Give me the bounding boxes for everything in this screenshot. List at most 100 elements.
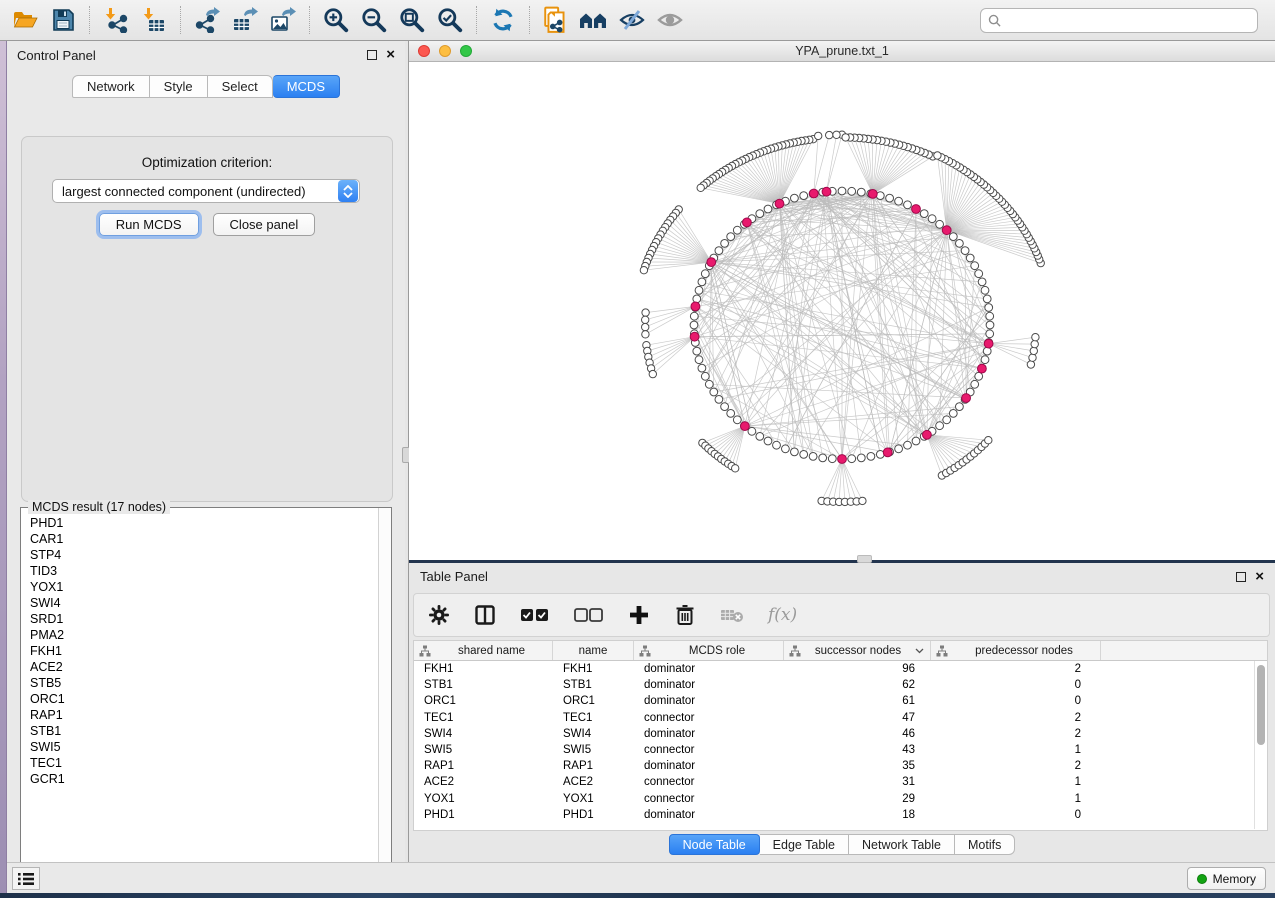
- table-row[interactable]: STB1STB1dominator620: [414, 677, 1267, 693]
- close-table-panel-icon[interactable]: ×: [1255, 572, 1264, 582]
- show-selection-button[interactable]: [651, 3, 689, 37]
- zoom-selected-button[interactable]: [431, 3, 469, 37]
- tab-node-table[interactable]: Node Table: [669, 834, 760, 855]
- mcds-result-item[interactable]: STB1: [30, 723, 377, 739]
- column-header-shared-name[interactable]: shared name: [414, 641, 553, 660]
- mcds-result-item[interactable]: ACE2: [30, 659, 377, 675]
- table-row[interactable]: ORC1ORC1dominator610: [414, 693, 1267, 709]
- mcds-result-item[interactable]: PHD1: [30, 515, 377, 531]
- close-panel-button[interactable]: Close panel: [213, 213, 316, 236]
- tab-network-table[interactable]: Network Table: [849, 834, 955, 855]
- mcds-result-item[interactable]: SRD1: [30, 611, 377, 627]
- column-header-predecessor-nodes[interactable]: predecessor nodes: [931, 641, 1101, 660]
- table-scrollbar-thumb[interactable]: [1257, 665, 1265, 745]
- mcds-result-item[interactable]: SWI4: [30, 595, 377, 611]
- eye-icon: [656, 7, 684, 33]
- mcds-result-item[interactable]: RAP1: [30, 707, 377, 723]
- mcds-result-item[interactable]: CAR1: [30, 531, 377, 547]
- toolbar-separator: [89, 6, 90, 34]
- mcds-result-item[interactable]: STP4: [30, 547, 377, 563]
- mcds-result-item[interactable]: SWI5: [30, 739, 377, 755]
- column-header-successor-nodes[interactable]: successor nodes: [784, 641, 931, 660]
- float-panel-icon[interactable]: [367, 50, 377, 60]
- network-canvas[interactable]: [409, 62, 1275, 560]
- tab-motifs[interactable]: Motifs: [955, 834, 1015, 855]
- close-panel-icon[interactable]: ×: [386, 50, 395, 60]
- criterion-dropdown[interactable]: largest connected component (undirected): [52, 179, 360, 203]
- table-row[interactable]: TEC1TEC1connector472: [414, 710, 1267, 726]
- select-all-button[interactable]: [520, 607, 550, 623]
- eye-slash-icon: [618, 7, 646, 33]
- search-field[interactable]: [980, 8, 1258, 33]
- mcds-result-item[interactable]: TEC1: [30, 755, 377, 771]
- export-image-button[interactable]: [264, 3, 302, 37]
- mcds-result-item[interactable]: YOX1: [30, 579, 377, 595]
- mcds-result-item[interactable]: TID3: [30, 563, 377, 579]
- mcds-result-item[interactable]: GCR1: [30, 771, 377, 787]
- deselect-all-button[interactable]: [574, 607, 604, 623]
- zoom-out-button[interactable]: [355, 3, 393, 37]
- column-header-mcds-role[interactable]: MCDS role: [634, 641, 784, 660]
- network-graph[interactable]: [409, 62, 1275, 560]
- delete-table-button-disabled: [720, 606, 744, 624]
- tab-edge-table[interactable]: Edge Table: [760, 834, 849, 855]
- import-network-button[interactable]: [97, 3, 135, 37]
- add-button[interactable]: [628, 604, 650, 626]
- table-cell: 0: [931, 809, 1101, 821]
- search-input[interactable]: [1006, 14, 1250, 28]
- delete-button[interactable]: [674, 604, 696, 626]
- table-cell: connector: [634, 776, 784, 788]
- table-scrollbar[interactable]: [1254, 661, 1266, 829]
- memory-button[interactable]: Memory: [1187, 867, 1266, 890]
- table-cell: ORC1: [414, 695, 553, 707]
- show-columns-button[interactable]: [474, 604, 496, 626]
- export-table-button[interactable]: [226, 3, 264, 37]
- export-network-button[interactable]: [188, 3, 226, 37]
- show-networks-button[interactable]: [575, 3, 613, 37]
- float-table-panel-icon[interactable]: [1236, 572, 1246, 582]
- run-mcds-button[interactable]: Run MCDS: [99, 213, 199, 236]
- table-row[interactable]: ACE2ACE2connector311: [414, 774, 1267, 790]
- task-history-button[interactable]: [12, 867, 40, 890]
- tab-style[interactable]: Style: [150, 75, 208, 98]
- save-icon: [50, 7, 76, 33]
- mcds-result-item[interactable]: PMA2: [30, 627, 377, 643]
- horizontal-splitter-handle[interactable]: [857, 555, 872, 563]
- table-row[interactable]: YOX1YOX1connector291: [414, 791, 1267, 807]
- tab-network[interactable]: Network: [72, 75, 150, 98]
- table-cell: 1: [931, 793, 1101, 805]
- table-row[interactable]: RAP1RAP1dominator352: [414, 758, 1267, 774]
- table-cell: ACE2: [553, 776, 634, 788]
- import-table-button[interactable]: [135, 3, 173, 37]
- node-table: shared name name MCDS role: [413, 640, 1268, 831]
- column-header-name[interactable]: name: [553, 641, 634, 660]
- mcds-result-item[interactable]: FKH1: [30, 643, 377, 659]
- sort-chevron-icon[interactable]: [915, 648, 924, 654]
- desktop-background-left: [0, 41, 7, 893]
- open-file-button[interactable]: [6, 3, 44, 37]
- clone-network-button[interactable]: [537, 3, 575, 37]
- mcds-result-item[interactable]: ORC1: [30, 691, 377, 707]
- table-row[interactable]: PHD1PHD1dominator180: [414, 807, 1267, 823]
- refresh-layout-button[interactable]: [484, 3, 522, 37]
- gear-button[interactable]: [428, 604, 450, 626]
- tab-select[interactable]: Select: [208, 75, 273, 98]
- table-row[interactable]: SWI4SWI4dominator462: [414, 726, 1267, 742]
- table-cell: RAP1: [553, 760, 634, 772]
- zoom-fit-button[interactable]: [393, 3, 431, 37]
- tab-mcds[interactable]: MCDS: [273, 75, 340, 98]
- hide-selection-button[interactable]: [613, 3, 651, 37]
- mcds-list-scrollbar[interactable]: [378, 508, 391, 878]
- import-network-icon: [102, 7, 130, 33]
- table-row[interactable]: SWI5SWI5connector431: [414, 742, 1267, 758]
- network-window-titlebar[interactable]: YPA_prune.txt_1: [409, 41, 1275, 62]
- table-row[interactable]: FKH1FKH1dominator962: [414, 661, 1267, 677]
- node-table-body: FKH1FKH1dominator962STB1STB1dominator620…: [414, 661, 1267, 830]
- zoom-in-button[interactable]: [317, 3, 355, 37]
- save-session-button[interactable]: [44, 3, 82, 37]
- mcds-result-item[interactable]: STB5: [30, 675, 377, 691]
- shared-column-icon: [789, 645, 801, 657]
- mcds-result-list[interactable]: PHD1CAR1STP4TID3YOX1SWI4SRD1PMA2FKH1ACE2…: [22, 512, 377, 877]
- table-cell: connector: [634, 712, 784, 724]
- toolbar-separator: [180, 6, 181, 34]
